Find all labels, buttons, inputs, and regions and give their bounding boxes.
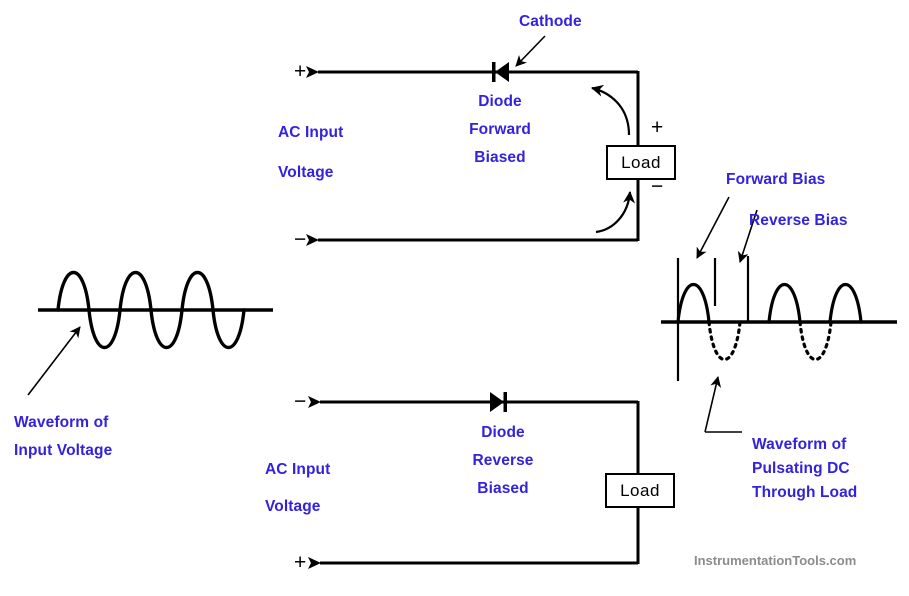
- top-ac-input-label-line1: AC Input: [278, 124, 344, 141]
- pulsating-dc-pointer: [704, 376, 722, 433]
- diode-reverse-label-line3: Biased: [477, 480, 529, 497]
- pulsating-dc-caption-line2: Pulsating DC: [752, 460, 850, 477]
- top-circuit-plus-terminal: +: [294, 60, 307, 83]
- reverse-bias-hump-spacer: [740, 322, 771, 360]
- load-plus-sign: +: [651, 116, 664, 139]
- top-load-label: Load: [621, 152, 661, 172]
- diode-forward-biased-symbol: [492, 62, 509, 82]
- bottom-ac-input-label-line1: AC Input: [265, 461, 331, 478]
- cathode-label: Cathode: [519, 13, 582, 30]
- forward-bias-hump-3: [828, 282, 863, 324]
- diode-reverse-label-line1: Diode: [481, 424, 525, 441]
- top-ac-input-label-line2: Voltage: [278, 164, 334, 181]
- diode-forward-label-line1: Diode: [478, 93, 522, 110]
- watermark: InstrumentationTools.com: [694, 553, 857, 568]
- pulsating-dc-caption-line1: Waveform of: [752, 436, 847, 453]
- load-minus-sign: −: [651, 175, 664, 198]
- bottom-circuit-minus-terminal: −: [294, 390, 307, 413]
- current-arrow-upper: [591, 84, 631, 136]
- reverse-bias-label: Reverse Bias: [749, 212, 848, 229]
- input-voltage-waveform: [27, 270, 273, 396]
- top-circuit-minus-terminal: −: [294, 228, 307, 251]
- input-waveform-pointer: [27, 326, 81, 396]
- input-waveform-caption-line1: Waveform of: [14, 414, 109, 431]
- forward-bias-pointer: [696, 196, 730, 259]
- circuit-vector-layer: [27, 35, 897, 569]
- top-load-box: Load: [606, 145, 676, 180]
- forward-bias-hump-1: [676, 282, 711, 324]
- diode-reverse-biased-symbol: [490, 392, 507, 412]
- bottom-circuit-plus-terminal: +: [294, 551, 307, 574]
- diode-forward-label-line3: Biased: [474, 149, 526, 166]
- input-waveform-caption-line2: Input Voltage: [14, 442, 113, 459]
- diode-forward-label-line2: Forward: [469, 121, 531, 138]
- current-arrow-lower: [595, 191, 636, 234]
- forward-bias-label: Forward Bias: [726, 171, 826, 188]
- diode-reverse-label-line2: Reverse: [472, 452, 534, 469]
- reverse-bias-hump-2: [798, 320, 833, 362]
- bottom-load-box: Load: [605, 473, 675, 508]
- reverse-bias-hump-1: [707, 320, 742, 362]
- diagram-canvas: AC Input Voltage Diode Forward Biased Ca…: [0, 0, 909, 596]
- pulsating-dc-caption-line3: Through Load: [752, 484, 858, 501]
- bottom-ac-input-label-line2: Voltage: [265, 498, 321, 515]
- bottom-load-label: Load: [620, 480, 660, 500]
- pulsating-dc-waveform: [661, 196, 897, 433]
- forward-bias-hump-2: [767, 282, 802, 324]
- cathode-pointer-line: [515, 35, 546, 67]
